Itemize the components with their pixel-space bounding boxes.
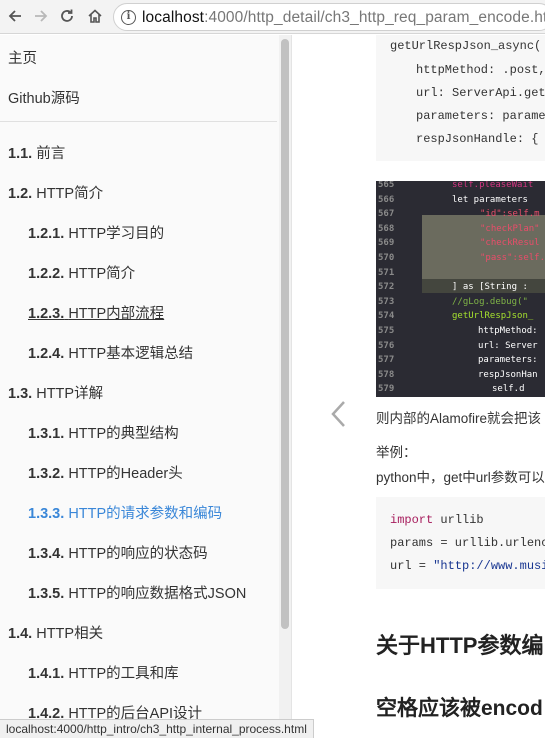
address-url: localhost:4000/http_detail/ch3_http_req_…	[142, 9, 545, 27]
editor-line-number: 569	[378, 238, 395, 249]
editor-code-line: respJsonHan	[478, 369, 538, 380]
code-line: httpMethod: .post,	[416, 63, 545, 77]
address-bar[interactable]: i localhost:4000/http_detail/ch3_http_re…	[113, 3, 545, 31]
code-line: url = "http://www.musi-	[390, 559, 545, 573]
code-block-swift: getUrlRespJson_async( httpMethod: .post,…	[376, 35, 545, 161]
toc-item[interactable]: 1.3.2. HTTP的Header头	[28, 462, 183, 483]
toc-item[interactable]: 1.3. HTTP详解	[8, 382, 103, 403]
book-sidebar: 主页 Github源码 1.1. 前言 1.2. HTTP简介 1.2.1. H…	[0, 35, 292, 738]
code-text: url =	[390, 559, 434, 573]
toc-item[interactable]: 1.4. HTTP相关	[8, 622, 103, 643]
code-line: params = urllib.urlenco	[390, 536, 545, 550]
editor-line-number: 566	[378, 194, 395, 205]
code-text: urllib	[433, 513, 484, 527]
link-status-bar: localhost:4000/http_intro/ch3_http_inter…	[0, 719, 314, 738]
section-heading: 关于HTTP参数编	[376, 633, 544, 658]
editor-code-line: url: Server	[478, 340, 538, 351]
editor-line-number: 572	[378, 282, 395, 293]
editor-line-number: 565	[378, 181, 395, 190]
editor-line-number: 571	[378, 267, 395, 278]
back-button[interactable]	[4, 5, 26, 27]
editor-code-line: "checkPlan"	[480, 223, 540, 234]
editor-code-line: let parameters	[452, 194, 528, 205]
editor-code-line: httpMethod:	[478, 326, 538, 336]
code-keyword: import	[390, 513, 434, 527]
toc-item[interactable]: 1.3.1. HTTP的典型结构	[28, 422, 179, 443]
paragraph: 举例：	[376, 445, 417, 460]
code-line: parameters: paramet	[416, 109, 545, 123]
site-info-icon[interactable]: i	[121, 10, 136, 25]
editor-line-number: 579	[378, 384, 395, 395]
editor-code-line: //gLog.debug("	[452, 296, 528, 307]
code-line: url: ServerApi.get	[416, 86, 545, 100]
toc-item-active[interactable]: 1.3.3. HTTP的请求参数和编码	[28, 502, 222, 523]
url-path: :4000/http_detail/ch3_http_req_param_enc…	[204, 9, 545, 26]
home-link[interactable]: 主页	[8, 47, 37, 68]
previous-page-chevron-icon[interactable]	[329, 399, 349, 429]
browser-toolbar: i localhost:4000/http_detail/ch3_http_re…	[0, 0, 545, 34]
paragraph: 则内部的Alamofire就会把该	[376, 411, 542, 426]
editor-line-number: 575	[378, 326, 395, 336]
editor-line-number: 573	[378, 296, 395, 307]
editor-line-number: 568	[378, 223, 395, 234]
toc-item[interactable]: 1.3.5. HTTP的响应数据格式JSON	[28, 582, 246, 603]
editor-line-number: 578	[378, 369, 395, 380]
toc-item[interactable]: 1.2.2. HTTP简介	[28, 262, 135, 283]
github-source-link[interactable]: Github源码	[8, 87, 80, 108]
reload-icon	[61, 9, 73, 22]
code-string: "http://www.musi-	[433, 559, 545, 573]
url-host: localhost	[142, 9, 205, 26]
sidebar-divider	[0, 121, 277, 122]
code-editor-screenshot: 565 566 567 568 569 570 571 572 573 574 575 576 577 5…	[376, 181, 545, 397]
editor-code-line: parameters:	[478, 355, 538, 366]
editor-line-number: 574	[378, 311, 395, 322]
toc-item-hovered[interactable]: 1.2.3. HTTP内部流程	[28, 302, 164, 323]
toc-item[interactable]: 1.3.4. HTTP的响应的状态码	[28, 542, 208, 563]
editor-code-line: "checkResul	[480, 238, 540, 249]
section-subheading: 空格应该被encod	[376, 697, 543, 720]
editor-code-line: "pass":self.	[480, 253, 545, 263]
paragraph: python中，get中url参数可以	[376, 470, 545, 485]
code-block-python: import urllib params = urllib.urlenco ur…	[376, 497, 545, 589]
code-line: respJsonHandle: { [	[416, 132, 545, 146]
toc-item[interactable]: 1.2.4. HTTP基本逻辑总结	[28, 342, 193, 363]
toc-item[interactable]: 1.2. HTTP简介	[8, 182, 103, 203]
code-line: getUrlRespJson_async(	[390, 39, 542, 53]
editor-code-line: self.d	[492, 384, 525, 395]
editor-line-number: 570	[378, 253, 395, 263]
editor-code-line: ] as [String :	[452, 282, 528, 293]
reload-button[interactable]	[56, 5, 78, 27]
toc-item[interactable]: 1.2.1. HTTP学习目的	[28, 222, 164, 243]
sidebar-scrollbar-thumb[interactable]	[281, 39, 289, 629]
editor-gutter: 565 566 567 568 569 570 571 572 573 574 575 576 577 5…	[376, 181, 422, 397]
toc-item[interactable]: 1.4.1. HTTP的工具和库	[28, 662, 179, 683]
editor-code-line: getUrlRespJson_	[452, 311, 534, 322]
editor-line-number: 567	[378, 209, 395, 220]
toc-item[interactable]: 1.1. 前言	[8, 142, 65, 163]
forward-arrow-icon	[35, 10, 48, 22]
home-icon	[88, 9, 102, 23]
code-line: import urllib	[390, 513, 484, 527]
editor-line-number: 577	[378, 355, 395, 366]
home-button[interactable]	[84, 5, 106, 27]
editor-code-line: "id":self.m	[480, 209, 540, 220]
forward-button[interactable]	[30, 5, 52, 27]
editor-line-number: 576	[378, 340, 395, 351]
editor-code-line: self.pleaseWait	[452, 181, 534, 190]
page-content: getUrlRespJson_async( httpMethod: .post,…	[293, 35, 545, 738]
back-arrow-icon	[8, 10, 21, 22]
